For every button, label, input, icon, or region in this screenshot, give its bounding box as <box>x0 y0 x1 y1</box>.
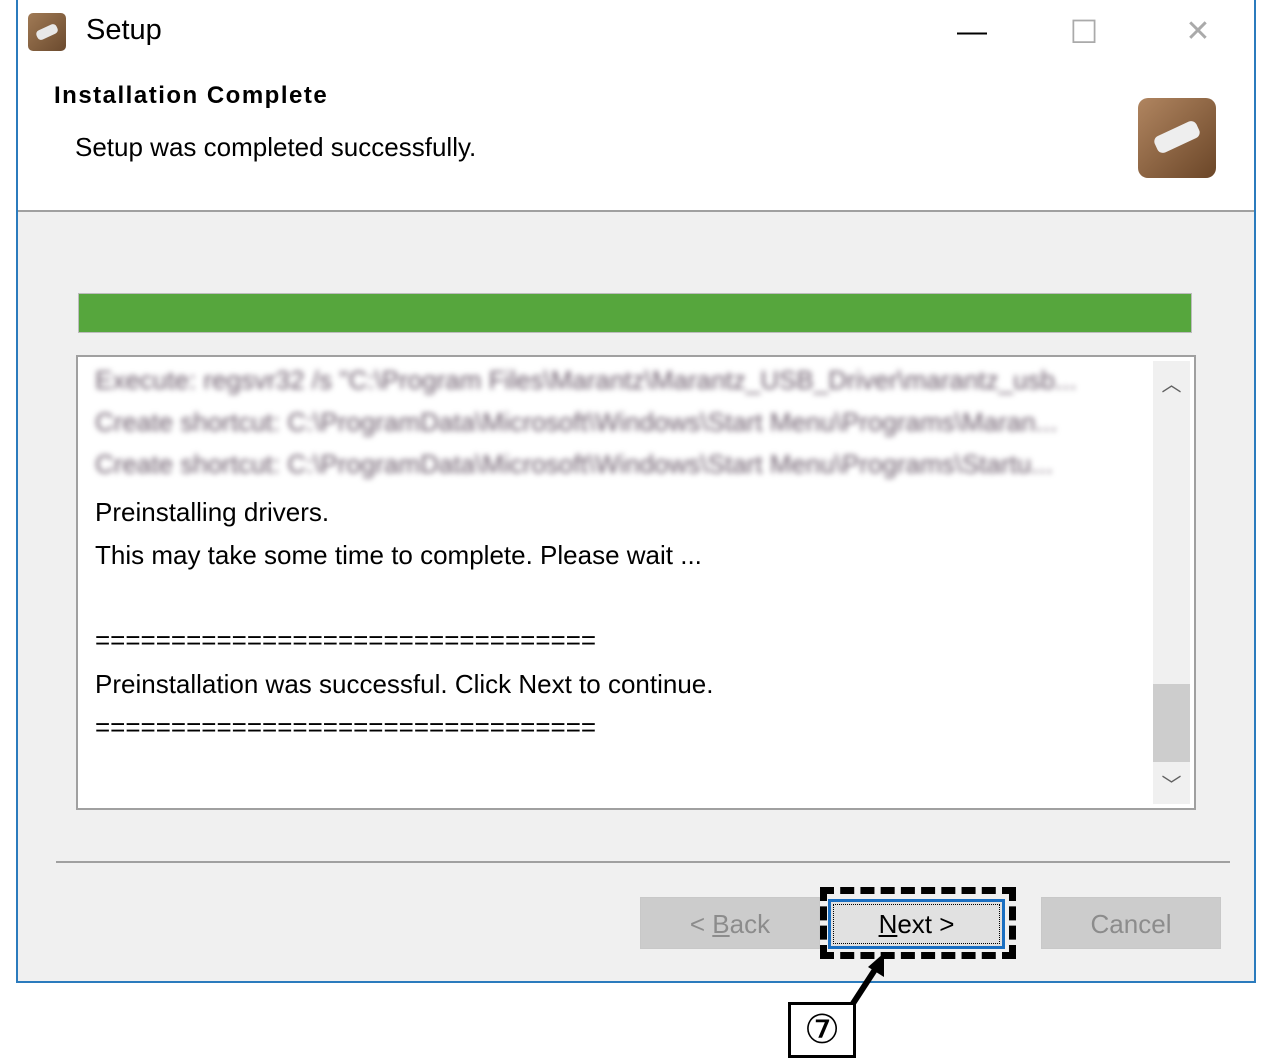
log-line: Execute: regsvr32 /s "C:\Program Files\M… <box>95 365 1077 395</box>
log-line: ================================= <box>95 712 597 742</box>
scrollbar[interactable]: ︿ ﹀ <box>1153 361 1190 804</box>
maximize-button[interactable]: ☐ <box>1064 12 1104 52</box>
setup-window: Setup — ☐ ✕ Installation Complete Setup … <box>16 0 1256 983</box>
page-subtitle: Setup was completed successfully. <box>75 132 477 162</box>
install-log[interactable]: ︿ ﹀ Execute: regsvr32 /s "C:\Program Fil… <box>76 355 1196 810</box>
cancel-button[interactable]: Cancel <box>1041 897 1221 949</box>
back-rest: ack <box>729 909 771 939</box>
scroll-thumb[interactable] <box>1153 684 1190 762</box>
scroll-up-icon[interactable]: ︿ <box>1153 367 1190 403</box>
divider <box>56 861 1230 863</box>
window-title: Setup <box>86 14 162 46</box>
usb-driver-icon <box>1138 98 1216 178</box>
page-title: Installation Complete <box>54 82 329 109</box>
back-button[interactable]: < Back <box>640 897 820 949</box>
log-line: Preinstallation was successful. Click Ne… <box>95 669 714 699</box>
log-line: Preinstalling drivers. <box>95 497 330 527</box>
log-line: Create shortcut: C:\ProgramData\Microsof… <box>95 449 1053 479</box>
step-callout: ⑦ <box>788 1002 856 1058</box>
back-prefix: < <box>689 909 713 939</box>
callout-arrow <box>849 953 884 1007</box>
log-line: Create shortcut: C:\ProgramData\Microsof… <box>95 407 1058 437</box>
wizard-header: Installation Complete Setup was complete… <box>18 66 1254 212</box>
progress-fill <box>79 294 1191 332</box>
scroll-down-icon[interactable]: ﹀ <box>1153 768 1190 804</box>
title-bar: Setup — ☐ ✕ <box>18 0 1254 66</box>
app-icon <box>28 13 66 51</box>
log-line: ================================= <box>95 625 597 655</box>
progress-bar <box>78 293 1192 333</box>
back-key: B <box>712 909 730 939</box>
minimize-button[interactable]: — <box>952 12 992 52</box>
log-line: This may take some time to complete. Ple… <box>95 540 702 570</box>
close-button[interactable]: ✕ <box>1178 12 1218 52</box>
